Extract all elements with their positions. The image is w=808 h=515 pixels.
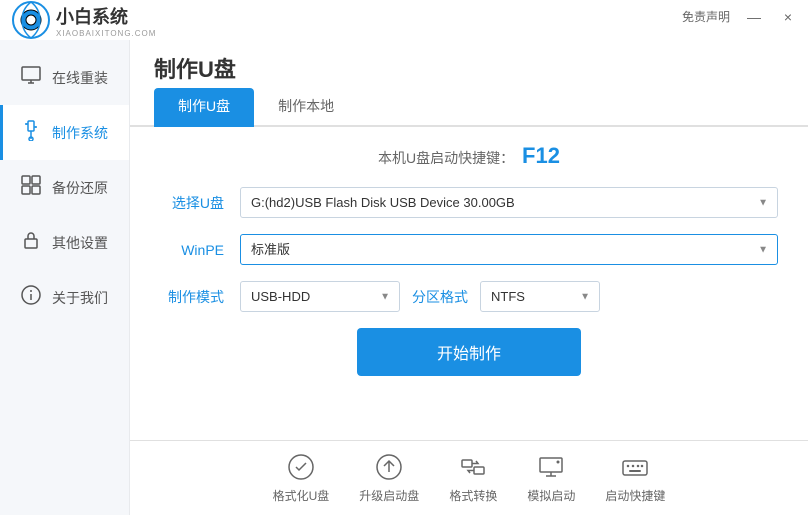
sidebar-label-other-settings: 其他设置 (52, 233, 108, 253)
sidebar-item-make-system[interactable]: 制作系统 (0, 105, 129, 160)
usb-select-row: 选择U盘 G:(hd2)USB Flash Disk USB Device 30… (160, 187, 778, 218)
lock-icon (20, 229, 42, 256)
sidebar-item-about-us[interactable]: 关于我们 (0, 270, 129, 325)
toolbar-boot-shortcut[interactable]: 启动快捷键 (605, 452, 665, 504)
mode-select[interactable]: USB-HDD (240, 281, 400, 312)
toolbar-format-usb[interactable]: 格式化U盘 (273, 452, 330, 504)
close-button[interactable]: × (778, 9, 798, 25)
boot-shortcut-label: 启动快捷键 (605, 487, 665, 504)
page-title: 制作U盘 (154, 52, 236, 84)
main-layout: 在线重装 制作系统 (0, 40, 808, 515)
bottom-toolbar: 格式化U盘 升级启动盘 (130, 440, 808, 515)
page-header: 制作U盘 (130, 40, 808, 84)
sidebar-label-make-system: 制作系统 (52, 123, 108, 143)
logo-text-block: 小白系统 XIAOBAIXITONG.COM (56, 3, 156, 38)
content-area: 制作U盘 制作U盘 制作本地 本机U盘启动快捷键： F12 选择U盘 G:(hd… (130, 40, 808, 515)
disclaimer-link[interactable]: 免责声明 (682, 8, 730, 25)
sidebar: 在线重装 制作系统 (0, 40, 130, 515)
logo-area: 小白系统 XIAOBAIXITONG.COM (12, 1, 192, 39)
usb-icon (20, 119, 42, 146)
usb-select-wrapper: G:(hd2)USB Flash Disk USB Device 30.00GB (240, 187, 778, 218)
sidebar-label-about-us: 关于我们 (52, 288, 108, 308)
tab-make-local[interactable]: 制作本地 (254, 88, 358, 127)
sidebar-item-other-settings[interactable]: 其他设置 (0, 215, 129, 270)
usb-label: 选择U盘 (160, 193, 240, 213)
mode-partition-row: 制作模式 USB-HDD 分区格式 NTFS (160, 281, 778, 312)
check-circle-icon (286, 452, 316, 482)
tabs-bar: 制作U盘 制作本地 (130, 88, 808, 127)
monitor-icon (20, 64, 42, 91)
format-usb-label: 格式化U盘 (273, 487, 330, 504)
start-btn-row: 开始制作 (160, 328, 778, 376)
shortcut-line: 本机U盘启动快捷键： F12 (160, 143, 778, 169)
partition-label: 分区格式 (412, 287, 468, 307)
winpe-row: WinPE 标准版 (160, 234, 778, 265)
winpe-select[interactable]: 标准版 (240, 234, 778, 265)
toolbar-upgrade-boot[interactable]: 升级启动盘 (359, 452, 419, 504)
sidebar-label-backup-restore: 备份还原 (52, 178, 108, 198)
sidebar-item-backup-restore[interactable]: 备份还原 (0, 160, 129, 215)
winpe-label: WinPE (160, 242, 240, 258)
usb-select[interactable]: G:(hd2)USB Flash Disk USB Device 30.00GB (240, 187, 778, 218)
desktop-icon (536, 452, 566, 482)
start-button[interactable]: 开始制作 (357, 328, 581, 376)
logo-main-text: 小白系统 (56, 3, 156, 29)
convert-icon (458, 452, 488, 482)
logo-icon (12, 1, 50, 39)
minimize-button[interactable]: — (744, 9, 764, 25)
titlebar: 小白系统 XIAOBAIXITONG.COM 免责声明 — × (0, 0, 808, 40)
sidebar-item-online-reinstall[interactable]: 在线重装 (0, 50, 129, 105)
shortcut-key: F12 (522, 143, 560, 168)
mode-select-wrapper: USB-HDD (240, 281, 400, 312)
shortcut-prefix: 本机U盘启动快捷键： (378, 150, 514, 166)
winpe-select-wrapper: 标准版 (240, 234, 778, 265)
upload-circle-icon (374, 452, 404, 482)
partition-select[interactable]: NTFS (480, 281, 600, 312)
partition-select-wrapper: NTFS (480, 281, 600, 312)
form-area: 本机U盘启动快捷键： F12 选择U盘 G:(hd2)USB Flash Dis… (130, 127, 808, 440)
titlebar-right: 免责声明 — × (682, 8, 798, 25)
upgrade-boot-label: 升级启动盘 (359, 487, 419, 504)
tab-make-usb[interactable]: 制作U盘 (154, 88, 254, 127)
logo-sub-text: XIAOBAIXITONG.COM (56, 29, 156, 38)
keyboard-icon (620, 452, 650, 482)
toolbar-simulate-boot[interactable]: 模拟启动 (527, 452, 575, 504)
simulate-boot-label: 模拟启动 (527, 487, 575, 504)
mode-label: 制作模式 (160, 287, 240, 307)
toolbar-format-convert[interactable]: 格式转换 (449, 452, 497, 504)
info-icon (20, 284, 42, 311)
sidebar-label-online-reinstall: 在线重装 (52, 68, 108, 88)
grid-icon (20, 174, 42, 201)
format-convert-label: 格式转换 (449, 487, 497, 504)
